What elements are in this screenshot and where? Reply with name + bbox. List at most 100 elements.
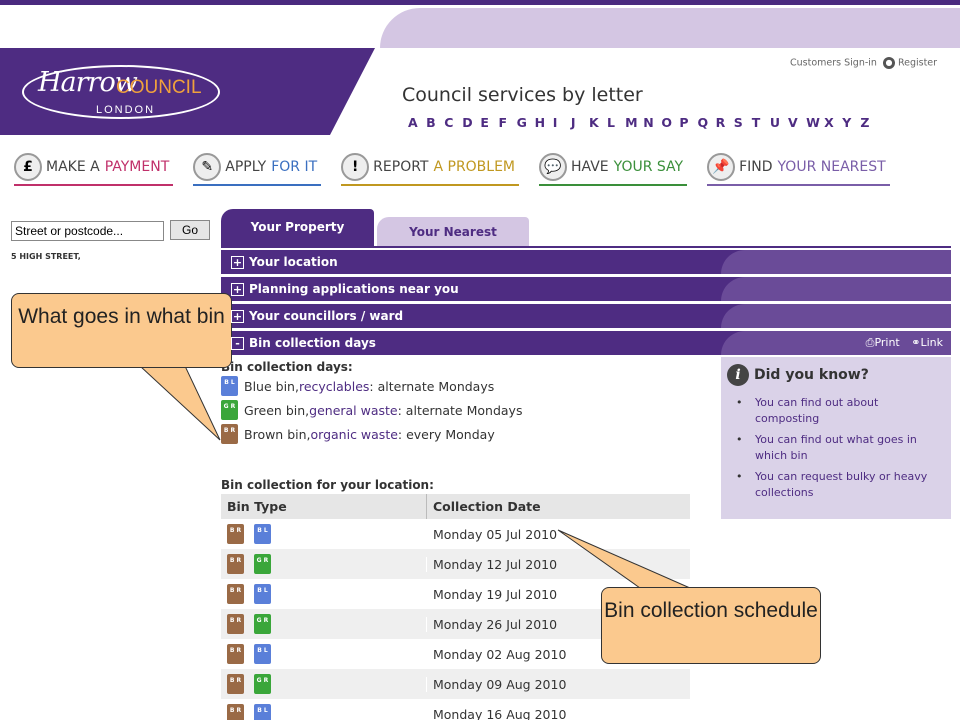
letter-link[interactable]: I	[553, 115, 571, 130]
did-you-know-link[interactable]: You can request bulky or heavy collectio…	[736, 469, 941, 501]
blue-bin-icon: B L	[254, 584, 271, 604]
collapse-icon[interactable]: -	[231, 336, 244, 350]
nav-label: MAKE A	[46, 159, 100, 175]
collection-date-cell: Monday 19 Jul 2010	[426, 586, 557, 602]
letter-link[interactable]: D	[462, 115, 480, 130]
nav-label: FIND	[739, 159, 773, 175]
top-bar	[0, 0, 960, 5]
callout-what-bin: What goes in what bin	[11, 293, 232, 368]
letter-link[interactable]: G	[517, 115, 535, 130]
brown-bin-icon: B R	[227, 524, 244, 544]
letter-link[interactable]: Z	[860, 115, 878, 130]
bin-desc: Green bin,	[244, 402, 310, 418]
blue-bin-icon: B L	[254, 524, 271, 544]
letter-link[interactable]: J	[571, 115, 589, 130]
letter-link[interactable]: Q	[698, 115, 716, 130]
bin-type-cell: B RG R	[221, 674, 426, 694]
accordion-bin-collection[interactable]: - Bin collection days ⎙Print ⚭Link	[221, 331, 951, 355]
letter-link[interactable]: T	[752, 115, 770, 130]
nav-label-accent: A PROBLEM	[433, 159, 516, 175]
letter-link[interactable]: X	[824, 115, 842, 130]
nav-label-accent: YOUR NEAREST	[777, 159, 886, 175]
accordion-label: Bin collection days	[249, 336, 376, 350]
bin-type-cell: B RB L	[221, 524, 426, 544]
speech-bubble-icon: 💬	[539, 153, 568, 181]
col-bin-type: Bin Type	[227, 499, 287, 514]
green-bin-icon: G R	[254, 614, 271, 634]
sign-in-link[interactable]: Customers Sign-in	[790, 58, 877, 69]
collection-date-cell: Monday 02 Aug 2010	[426, 646, 566, 662]
accordion-councillors[interactable]: + Your councillors / ward	[221, 304, 951, 328]
bin-days-heading: Bin collection days:	[221, 360, 353, 374]
accordion-tools: ⎙Print ⚭Link	[866, 336, 943, 350]
letter-link[interactable]: R	[716, 115, 734, 130]
street-postcode-input[interactable]	[11, 221, 164, 241]
brown-bin-icon: B R	[227, 644, 244, 664]
letter-link[interactable]: B	[426, 115, 444, 130]
general-waste-link[interactable]: general waste	[309, 403, 397, 418]
nav-for-it[interactable]: ✎ APPLY FOR IT	[193, 150, 322, 186]
print-link[interactable]: Print	[874, 336, 899, 349]
letter-link[interactable]: E	[480, 115, 498, 130]
alphabet-nav: ABCDEFGHIJKLMNOPQRSTUVWXYZ	[408, 115, 878, 130]
expand-icon[interactable]: +	[231, 255, 244, 269]
brown-bin-icon: B R	[221, 424, 238, 444]
bin-desc: Blue bin,	[244, 378, 299, 394]
account-links: Customers Sign-in ● Register	[790, 57, 937, 69]
letter-link[interactable]: V	[788, 115, 806, 130]
brown-bin-icon: B R	[227, 584, 244, 604]
bin-desc: Brown bin,	[244, 426, 311, 442]
exclamation-icon: !	[341, 153, 370, 181]
tab-your-nearest[interactable]: Your Nearest	[377, 217, 529, 247]
letter-link[interactable]: U	[770, 115, 788, 130]
nav-your-nearest[interactable]: 📌 FIND YOUR NEAREST	[707, 150, 890, 186]
bin-type-cell: B RB L	[221, 704, 426, 720]
nav-a-problem[interactable]: ! REPORT A PROBLEM	[341, 150, 520, 186]
did-you-know-link[interactable]: You can find out what goes in which bin	[736, 432, 941, 464]
letter-link[interactable]: L	[607, 115, 625, 130]
schedule-heading: Bin collection for your location:	[221, 478, 434, 492]
letter-link[interactable]: H	[535, 115, 553, 130]
collection-date-cell: Monday 16 Aug 2010	[426, 706, 566, 720]
letter-link[interactable]: C	[444, 115, 462, 130]
accordion-curve	[721, 250, 951, 274]
expand-icon[interactable]: +	[231, 282, 244, 296]
header-swoosh	[380, 8, 960, 48]
letter-link[interactable]: Y	[842, 115, 860, 130]
nav-label: REPORT	[373, 159, 429, 175]
letter-link[interactable]: W	[806, 115, 824, 130]
letter-link[interactable]: A	[408, 115, 426, 130]
table-row: B R B L Monday 16 Aug 2010	[221, 699, 690, 720]
nav-your-say[interactable]: 💬 HAVE YOUR SAY	[539, 150, 688, 186]
expand-icon[interactable]: +	[231, 309, 244, 323]
tab-your-property[interactable]: Your Property	[221, 209, 374, 247]
brown-bin-line: B R Brown bin, organic waste: every Mond…	[221, 422, 522, 446]
letter-link[interactable]: K	[589, 115, 607, 130]
did-you-know-panel: i Did you know? You can find out about c…	[721, 357, 951, 519]
accordion-curve	[721, 304, 951, 328]
nav-payment[interactable]: £ MAKE A PAYMENT	[14, 150, 174, 186]
green-bin-icon: G R	[254, 674, 271, 694]
letter-link[interactable]: O	[661, 115, 679, 130]
brown-bin-icon: B R	[227, 614, 244, 634]
nav-label-accent: YOUR SAY	[613, 159, 684, 175]
recyclables-link[interactable]: recyclables	[299, 379, 369, 394]
accordion-label: Your councillors / ward	[249, 309, 404, 323]
link-link[interactable]: Link	[920, 336, 943, 349]
letter-link[interactable]: N	[643, 115, 661, 130]
user-icon: ●	[882, 57, 895, 69]
blue-bin-icon: B L	[254, 704, 271, 720]
brown-bin-icon: B R	[227, 674, 244, 694]
letter-link[interactable]: P	[679, 115, 697, 130]
did-you-know-heading: Did you know?	[754, 367, 869, 383]
register-link[interactable]: Register	[898, 58, 937, 69]
accordion-your-location[interactable]: + Your location	[221, 250, 951, 274]
collection-date-cell: Monday 26 Jul 2010	[426, 616, 557, 632]
letter-link[interactable]: S	[734, 115, 752, 130]
letter-link[interactable]: M	[625, 115, 643, 130]
letter-link[interactable]: F	[498, 115, 516, 130]
accordion-planning[interactable]: + Planning applications near you	[221, 277, 951, 301]
go-button[interactable]: Go	[170, 220, 210, 240]
organic-waste-link[interactable]: organic waste	[311, 427, 398, 442]
did-you-know-link[interactable]: You can find out about composting	[736, 395, 941, 427]
